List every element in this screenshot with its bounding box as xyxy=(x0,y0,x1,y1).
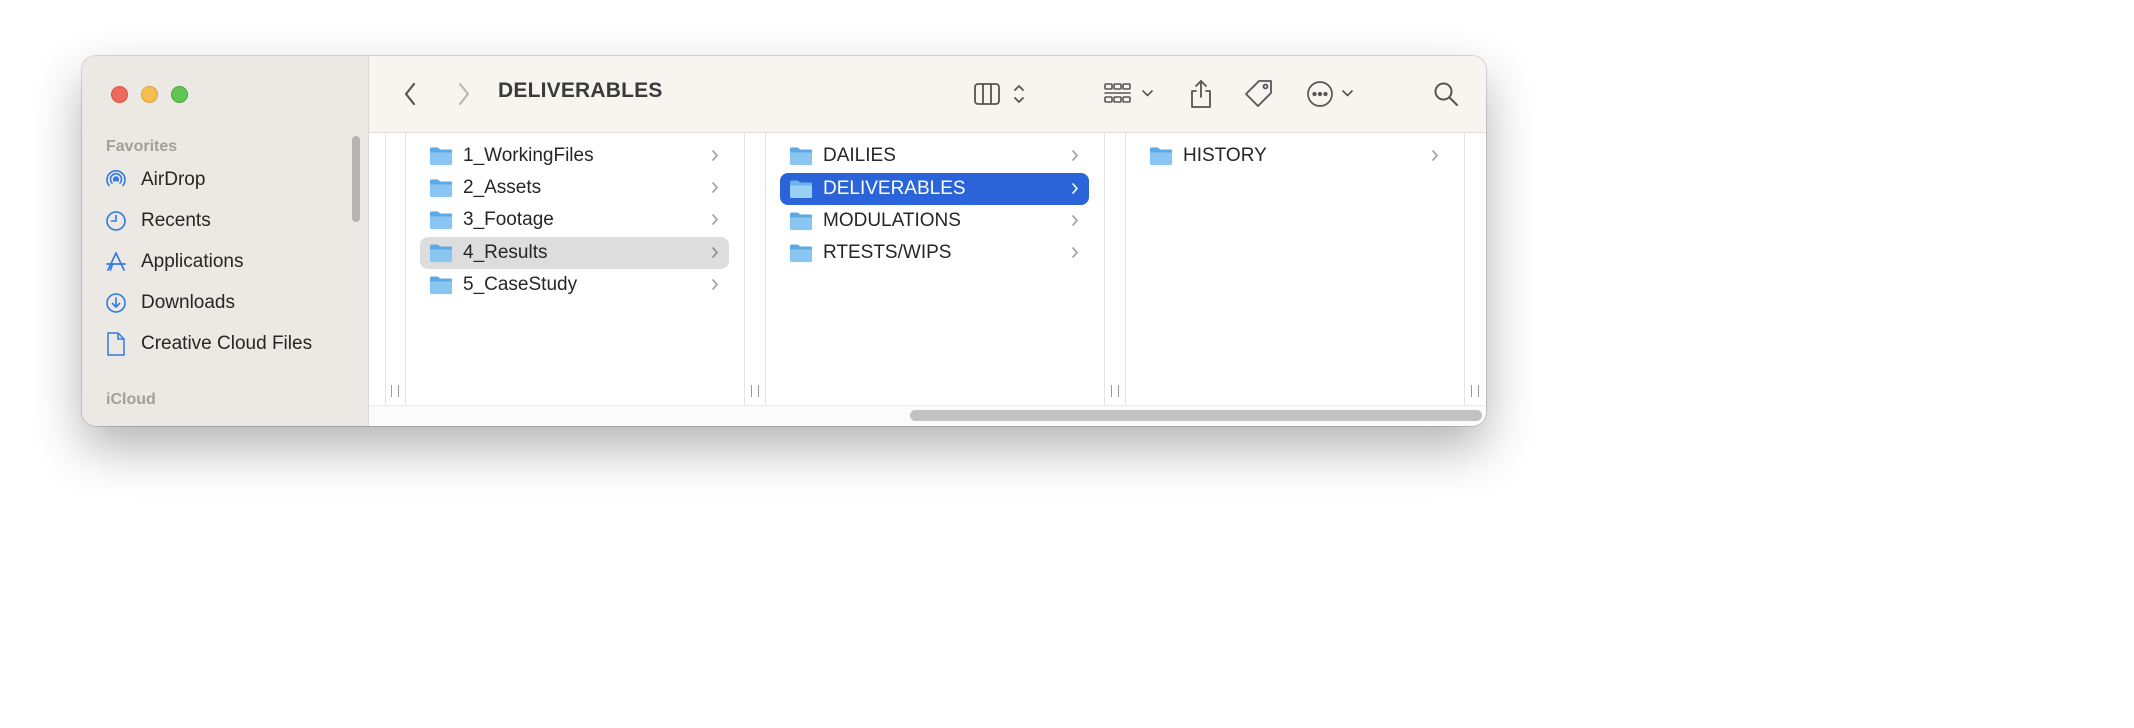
toolbar: DELIVERABLES xyxy=(369,56,1486,133)
minimize-window-button[interactable] xyxy=(141,86,158,103)
folder-icon xyxy=(790,244,812,262)
finder-window: Favorites AirDrop Recents Applications D… xyxy=(82,56,1486,426)
chevron-right-icon xyxy=(1072,215,1078,226)
folder-row-4-results[interactable]: 4_Results xyxy=(420,237,729,269)
folder-name: MODULATIONS xyxy=(823,210,961,231)
folder-icon xyxy=(430,276,452,294)
column-divider xyxy=(765,133,766,405)
sidebar-item-label: Creative Cloud Files xyxy=(141,333,313,354)
share-icon xyxy=(1191,80,1211,108)
folder-row-1-workingfiles[interactable]: 1_WorkingFiles xyxy=(420,140,729,172)
folder-name: DELIVERABLES xyxy=(823,178,966,199)
column-view-icon xyxy=(974,83,1024,105)
folder-row-modulations[interactable]: MODULATIONS xyxy=(780,205,1089,237)
ellipsis-circle-icon xyxy=(1307,81,1353,107)
folder-name: 4_Results xyxy=(463,242,548,263)
column-divider xyxy=(385,133,386,405)
window-title: DELIVERABLES xyxy=(498,79,663,102)
folder-name: RTESTS/WIPS xyxy=(823,242,952,263)
column-divider xyxy=(1464,133,1465,405)
column-resize-handle[interactable] xyxy=(391,385,399,397)
folder-name: HISTORY xyxy=(1183,145,1267,166)
column-divider xyxy=(405,133,406,405)
chevron-right-icon xyxy=(1072,183,1078,194)
folder-icon xyxy=(790,212,812,230)
airdrop-icon xyxy=(102,166,130,194)
folder-name: 3_Footage xyxy=(463,209,554,230)
applications-icon xyxy=(102,248,130,276)
chevron-right-icon xyxy=(712,150,718,161)
folder-name: 2_Assets xyxy=(463,177,542,198)
chevron-left-icon xyxy=(404,82,416,106)
sidebar-heading-icloud: iCloud xyxy=(106,391,156,408)
forward-button[interactable] xyxy=(451,76,477,112)
folder-icon xyxy=(1150,147,1172,165)
chevron-right-icon xyxy=(712,214,718,225)
action-button[interactable] xyxy=(1305,76,1363,112)
document-icon xyxy=(102,330,130,358)
folder-name: 1_WorkingFiles xyxy=(463,145,594,166)
column-resize-handle[interactable] xyxy=(751,385,759,397)
zoom-window-button[interactable] xyxy=(171,86,188,103)
horizontal-scrollbar-thumb[interactable] xyxy=(910,410,1482,421)
search-button[interactable] xyxy=(1431,76,1461,112)
sidebar-item-label: Downloads xyxy=(141,292,235,313)
sidebar-heading-favorites: Favorites xyxy=(106,138,178,155)
column-divider xyxy=(1104,133,1105,405)
sidebar-item-creative-cloud-files[interactable]: Creative Cloud Files xyxy=(102,327,352,361)
search-icon xyxy=(1434,82,1458,106)
clock-icon xyxy=(102,207,130,235)
sidebar-item-recents[interactable]: Recents xyxy=(102,204,352,238)
sidebar-item-airdrop[interactable]: AirDrop xyxy=(102,163,352,197)
chevron-right-icon xyxy=(712,247,718,258)
grid-group-icon xyxy=(1104,83,1153,103)
group-button[interactable] xyxy=(1103,76,1157,112)
sidebar-item-applications[interactable]: Applications xyxy=(102,245,352,279)
folder-icon xyxy=(430,179,452,197)
sidebar-item-label: Recents xyxy=(141,210,211,231)
share-button[interactable] xyxy=(1185,76,1217,112)
folder-icon xyxy=(430,147,452,165)
sidebar-item-label: AirDrop xyxy=(141,169,206,190)
chevron-right-icon xyxy=(1072,150,1078,161)
tag-icon xyxy=(1245,80,1272,107)
folder-row-5-casestudy[interactable]: 5_CaseStudy xyxy=(420,269,729,301)
column-resize-handle[interactable] xyxy=(1111,385,1119,397)
chevron-right-icon xyxy=(1072,247,1078,258)
tags-button[interactable] xyxy=(1242,76,1276,112)
column-resize-handle[interactable] xyxy=(1471,385,1479,397)
column-browser: 1_WorkingFiles 2_Assets 3_Footage 4_Resu… xyxy=(369,133,1486,426)
sidebar-item-downloads[interactable]: Downloads xyxy=(102,286,352,320)
folder-icon xyxy=(430,244,452,262)
chevron-right-icon xyxy=(712,279,718,290)
chevron-right-icon xyxy=(458,82,470,106)
chevron-right-icon xyxy=(1432,150,1438,161)
sidebar: Favorites AirDrop Recents Applications D… xyxy=(82,56,369,426)
folder-row-dailies[interactable]: DAILIES xyxy=(780,140,1089,172)
folder-icon xyxy=(790,147,812,165)
close-window-button[interactable] xyxy=(111,86,128,103)
folder-row-rtests-wips[interactable]: RTESTS/WIPS xyxy=(780,237,1089,269)
folder-icon xyxy=(790,180,812,198)
sidebar-scrollbar[interactable] xyxy=(352,136,360,222)
folder-name: DAILIES xyxy=(823,145,896,166)
column-divider xyxy=(744,133,745,405)
back-button[interactable] xyxy=(397,76,423,112)
folder-row-3-footage[interactable]: 3_Footage xyxy=(420,204,729,236)
folder-row-history[interactable]: HISTORY xyxy=(1140,140,1449,172)
sidebar-item-label: Applications xyxy=(141,251,244,272)
horizontal-scrollbar-track[interactable] xyxy=(369,405,1486,426)
folder-row-deliverables[interactable]: DELIVERABLES xyxy=(780,173,1089,205)
view-mode-button[interactable] xyxy=(973,76,1031,112)
folder-name: 5_CaseStudy xyxy=(463,274,578,295)
download-icon xyxy=(102,289,130,317)
folder-icon xyxy=(430,211,452,229)
folder-row-2-assets[interactable]: 2_Assets xyxy=(420,172,729,204)
chevron-right-icon xyxy=(712,182,718,193)
column-divider xyxy=(1125,133,1126,405)
